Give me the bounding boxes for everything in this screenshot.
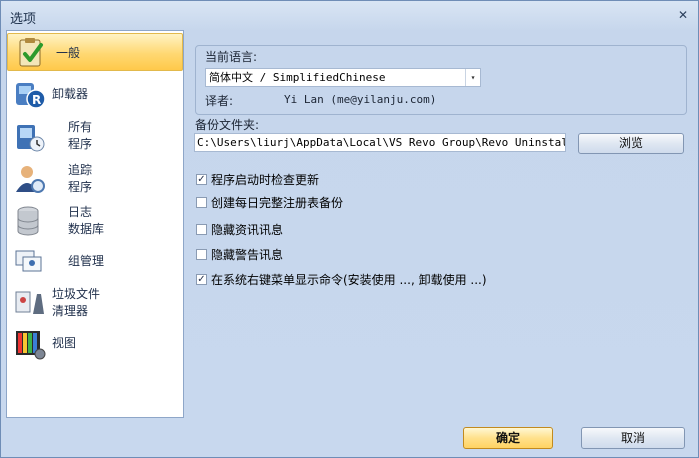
sidebar-item-label: 垃圾文件 清理器 — [52, 287, 101, 318]
language-label: 当前语言: — [205, 50, 258, 64]
translator-value: Yi Lan (me@yilanju.com) — [284, 93, 437, 106]
daily-registry-backup-option[interactable]: 创建每日完整注册表备份 — [196, 195, 496, 211]
groups-icon — [15, 250, 42, 272]
language-group: 当前语言: 简体中文 / SimplifiedChinese ▾ 译者: Yi … — [195, 45, 687, 115]
revo-uninstaller-icon: R — [16, 83, 46, 109]
browse-button[interactable]: 浏览 — [578, 133, 684, 154]
sidebar-item-general[interactable]: 一般 — [7, 33, 183, 71]
svg-text:R: R — [32, 93, 41, 107]
ok-button[interactable]: 确定 — [463, 427, 553, 449]
sidebar-item-label: 视图 — [52, 336, 77, 350]
database-icon — [17, 206, 39, 236]
hide-warning-messages-option[interactable]: 隐藏警告讯息 — [196, 247, 496, 263]
sidebar-item-group-management[interactable]: 组管理 — [7, 243, 183, 281]
sidebar-item-installed-programs[interactable]: 所有 程序 — [7, 117, 183, 157]
context-menu-option[interactable]: ✓ 在系统右键菜单显示命令(安装使用 ..., 卸载使用 ...) — [196, 272, 616, 288]
sidebar-item-label: 所有 程序 — [68, 120, 93, 151]
junk-cleaner-icon — [15, 291, 44, 314]
checkbox[interactable] — [196, 197, 207, 208]
sidebar-item-label: 卸载器 — [52, 87, 89, 101]
language-select-value: 简体中文 / SimplifiedChinese — [209, 71, 386, 84]
sidebar-item-view[interactable]: 视图 — [7, 325, 183, 363]
trace-user-icon — [16, 166, 45, 193]
clipboard-check-icon — [19, 38, 43, 67]
hide-info-messages-option[interactable]: 隐藏资讯讯息 — [196, 222, 496, 238]
close-icon[interactable]: ✕ — [676, 8, 690, 22]
sidebar-item-junk-cleaner[interactable]: 垃圾文件 清理器 — [7, 283, 183, 323]
title-bar: 选项 ✕ — [1, 1, 698, 29]
check-label: 在系统右键菜单显示命令(安装使用 ..., 卸载使用 ...) — [211, 273, 487, 287]
options-dialog: 选项 ✕ 一般 R 卸载器 所有 程序 追踪 程序 日志 数据库 组管理 垃圾文… — [0, 0, 699, 458]
check-label: 创建每日完整注册表备份 — [211, 196, 344, 210]
sidebar-item-traced-programs[interactable]: 追踪 程序 — [7, 159, 183, 199]
sidebar-item-label: 日志 数据库 — [68, 205, 105, 236]
check-label: 程序启动时检查更新 — [211, 173, 320, 187]
general-settings-panel: 当前语言: 简体中文 / SimplifiedChinese ▾ 译者: Yi … — [194, 35, 688, 415]
check-label: 隐藏警告讯息 — [211, 248, 284, 262]
check-label: 隐藏资讯讯息 — [211, 223, 284, 237]
window-title: 选项 — [10, 12, 37, 27]
checkbox[interactable]: ✓ — [196, 274, 207, 285]
sidebar-item-label: 一般 — [56, 46, 81, 60]
check-updates-option[interactable]: ✓ 程序启动时检查更新 — [196, 172, 496, 188]
language-select[interactable]: 简体中文 / SimplifiedChinese ▾ — [205, 68, 481, 87]
checkbox[interactable] — [196, 249, 207, 260]
view-colors-icon — [16, 331, 46, 360]
programs-icon — [17, 125, 45, 152]
backup-folder-input[interactable]: C:\Users\liurj\AppData\Local\VS Revo Gro… — [194, 133, 566, 152]
sidebar-item-label: 追踪 程序 — [68, 163, 93, 194]
backup-folder-label: 备份文件夹: — [195, 118, 260, 132]
sidebar-item-label: 组管理 — [68, 254, 105, 268]
dialog-footer: 确定 取消 — [1, 419, 698, 457]
checkbox[interactable] — [196, 224, 207, 235]
sidebar: 一般 R 卸载器 所有 程序 追踪 程序 日志 数据库 组管理 垃圾文件 清理器… — [6, 30, 184, 418]
sidebar-item-log-database[interactable]: 日志 数据库 — [7, 201, 183, 241]
checkbox[interactable]: ✓ — [196, 174, 207, 185]
cancel-button[interactable]: 取消 — [581, 427, 685, 449]
chevron-down-icon[interactable]: ▾ — [465, 69, 480, 86]
translator-label: 译者: — [205, 94, 234, 108]
sidebar-item-uninstaller[interactable]: R 卸载器 — [7, 75, 183, 113]
